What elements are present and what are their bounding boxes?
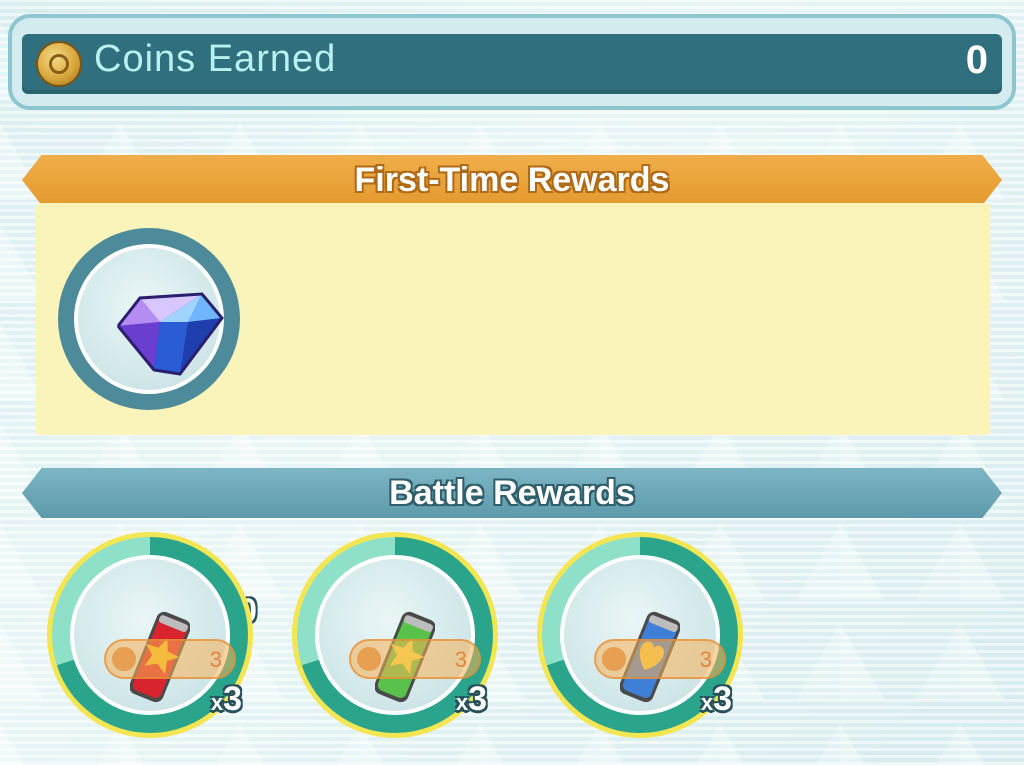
reward-item-frame (74, 244, 224, 394)
reward-quantity: x3 (700, 680, 732, 718)
star-icon (112, 647, 136, 671)
coins-earned-label: Coins Earned (94, 38, 337, 80)
star-icon (357, 647, 381, 671)
reward-tag: 3 (349, 639, 481, 679)
first-time-rewards-banner: First-Time Rewards (22, 155, 1002, 205)
first-time-rewards-title: First-Time Rewards (354, 161, 670, 199)
reward-item-frame: 3 (315, 555, 481, 715)
reward-item-blue-can[interactable]: 3 x3 (537, 532, 743, 738)
reward-tag: 3 (594, 639, 726, 679)
reward-tag: 3 (104, 639, 236, 679)
reward-item-green-can[interactable]: 3 x3 (292, 532, 498, 738)
coins-earned-bar: Coins Earned 0 (22, 34, 1002, 94)
reward-item-frame: 3 (560, 555, 726, 715)
reward-tag-count: 3 (454, 647, 467, 672)
reward-quantity: x3 (210, 680, 242, 718)
reward-tag-count: 3 (209, 647, 222, 672)
coin-icon (36, 41, 82, 87)
reward-item-red-can[interactable]: 3 x3 (47, 532, 253, 738)
reward-quantity: x3 (455, 680, 487, 718)
reward-tag-count: 3 (699, 647, 712, 672)
crystal-gem-icon (116, 292, 224, 376)
reward-item-crystal[interactable]: x300 (58, 228, 257, 630)
battle-rewards-title: Battle Rewards (389, 474, 635, 512)
battle-rewards-banner: Battle Rewards (22, 468, 1002, 518)
coins-earned-value: 0 (965, 38, 988, 82)
reward-item-frame: 3 (70, 555, 236, 715)
star-icon (602, 647, 626, 671)
